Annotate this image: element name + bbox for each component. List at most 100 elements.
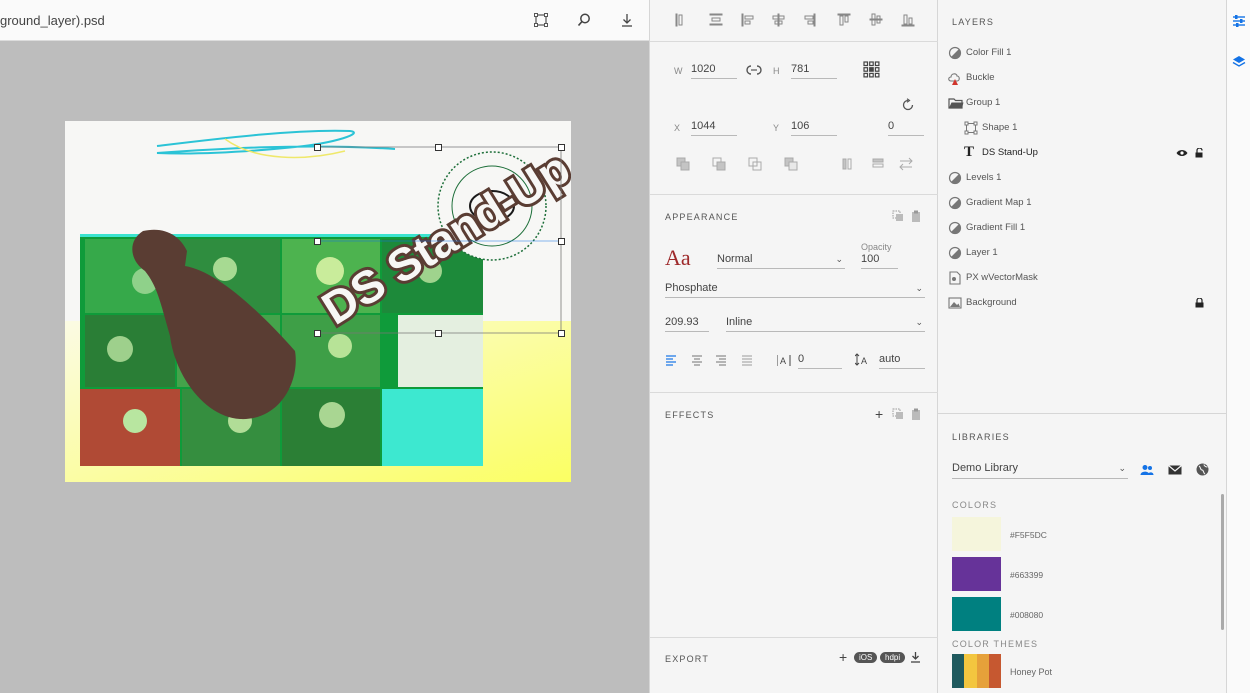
- lock-icon[interactable]: [1195, 298, 1204, 308]
- y-input[interactable]: 106: [791, 120, 837, 136]
- font-style-value: Inline: [726, 316, 753, 328]
- export-download-icon[interactable]: [910, 651, 921, 663]
- opacity-input[interactable]: 100: [861, 253, 898, 269]
- blend-mode-select[interactable]: Normal ⌄: [717, 253, 845, 269]
- path-operations-toolbar: [676, 157, 913, 171]
- layer-row-gradient-map-1[interactable]: Gradient Map 1: [948, 194, 1216, 214]
- document-header: ground_layer).psd: [0, 0, 649, 41]
- collaborators-icon[interactable]: [1140, 464, 1154, 476]
- layer-row-gradient-fill-1[interactable]: Gradient Fill 1: [948, 219, 1216, 239]
- eye-icon[interactable]: [1176, 149, 1188, 157]
- theme-color-strip: [976, 654, 989, 688]
- cloud-alert-icon: [948, 73, 960, 85]
- artboard-canvas[interactable]: DS Stand-Up DS Stand-Up: [65, 121, 571, 482]
- unlock-icon[interactable]: [1195, 148, 1204, 158]
- library-select-value: Demo Library: [952, 462, 1019, 474]
- selection-handle[interactable]: [314, 330, 321, 337]
- tracking-input[interactable]: 0: [798, 353, 842, 369]
- shape-layer-icon: [964, 121, 978, 135]
- effects-title: EFFECTS: [665, 410, 715, 420]
- color-swatch[interactable]: [952, 557, 1001, 591]
- chevron-down-icon: ⌄: [1118, 463, 1126, 473]
- selection-handle[interactable]: [435, 144, 442, 151]
- theme-color-strip: [952, 654, 965, 688]
- selection-handle[interactable]: [435, 330, 442, 337]
- color-themes-title: COLOR THEMES: [952, 639, 1039, 649]
- layer-row-background[interactable]: Background: [948, 294, 1216, 314]
- font-family-select[interactable]: Phosphate ⌄: [665, 282, 925, 298]
- properties-panel: W 1020 H 781 X 1044 Y 106 0 APPEARANCE A…: [649, 0, 938, 693]
- libraries-panel: LIBRARIES Demo Library ⌄ COLORS #F5F5DC …: [938, 413, 1226, 693]
- copy-style-icon[interactable]: [892, 210, 904, 222]
- export-tag-hdpi[interactable]: hdpi: [880, 652, 906, 663]
- layer-row-group-1[interactable]: Group 1: [948, 94, 1216, 114]
- divider: [650, 41, 938, 42]
- selection-handle[interactable]: [314, 144, 321, 151]
- text-layer-icon: T: [964, 144, 975, 160]
- font-style-select[interactable]: Inline ⌄: [726, 316, 925, 332]
- layer-row-levels-1[interactable]: Levels 1: [948, 169, 1216, 189]
- paste-effects-icon[interactable]: [911, 408, 921, 420]
- layer-row-px-wvectormask[interactable]: PX wVectorMask: [948, 269, 1216, 289]
- divider: [650, 392, 938, 393]
- svg-text:A: A: [861, 356, 867, 366]
- divider: [650, 637, 938, 638]
- layer-row-color-fill-1[interactable]: Color Fill 1: [948, 44, 1216, 64]
- height-input[interactable]: 781: [791, 63, 837, 79]
- selection-handle[interactable]: [558, 330, 565, 337]
- selection-handle[interactable]: [314, 238, 321, 245]
- export-tag-ios[interactable]: iOS: [854, 652, 878, 663]
- image-layer-icon: [948, 297, 962, 309]
- export-title: EXPORT: [665, 654, 710, 664]
- paste-style-icon[interactable]: [911, 210, 921, 222]
- layer-name: Buckle: [966, 72, 995, 83]
- libraries-scrollbar[interactable]: [1221, 494, 1224, 630]
- align-toolbar: [674, 12, 924, 28]
- link-proportions-icon[interactable]: [746, 63, 762, 77]
- leading-input[interactable]: auto: [879, 353, 925, 369]
- opacity-label: Opacity: [861, 242, 892, 252]
- panel-switcher-rail: [1226, 0, 1250, 693]
- libraries-title: LIBRARIES: [952, 432, 1010, 442]
- rotation-input[interactable]: 0: [888, 120, 924, 136]
- mail-icon[interactable]: [1168, 465, 1182, 475]
- layer-name: Gradient Map 1: [966, 197, 1032, 208]
- layer-row-shape-1[interactable]: Shape 1: [948, 119, 1216, 139]
- download-icon[interactable]: [619, 12, 635, 28]
- width-input[interactable]: 1020: [691, 63, 737, 79]
- adjustment-icon: [948, 246, 962, 260]
- artboard-icon[interactable]: [533, 12, 549, 28]
- x-label: X: [674, 123, 681, 133]
- color-swatch[interactable]: [952, 597, 1001, 631]
- chevron-down-icon: ⌄: [915, 283, 923, 293]
- add-export-icon[interactable]: +: [839, 649, 847, 665]
- x-input[interactable]: 1044: [691, 120, 737, 136]
- layer-row-layer-1[interactable]: Layer 1: [948, 244, 1216, 264]
- rotate-icon[interactable]: [901, 98, 915, 112]
- properties-panel-icon[interactable]: [1232, 14, 1246, 28]
- document-title: ground_layer).psd: [0, 13, 105, 28]
- search-icon[interactable]: [576, 12, 592, 28]
- appearance-title: APPEARANCE: [665, 212, 739, 222]
- library-select[interactable]: Demo Library ⌄: [952, 462, 1128, 479]
- layers-panel-icon[interactable]: [1232, 55, 1246, 69]
- layers-panel: LAYERS Color Fill 1 Buckle Group 1 Shape…: [938, 0, 1226, 413]
- layer-name: DS Stand-Up: [982, 147, 1038, 158]
- color-theme-swatches[interactable]: [952, 654, 1001, 688]
- font-preview[interactable]: Aa: [665, 245, 691, 271]
- globe-icon[interactable]: [1196, 463, 1209, 476]
- width-label: W: [674, 66, 683, 76]
- layer-row-ds-stand-up[interactable]: T DS Stand-Up: [948, 144, 1216, 164]
- layer-name: Shape 1: [982, 122, 1018, 133]
- font-family-value: Phosphate: [665, 282, 718, 294]
- vector-mask-icon: [949, 271, 961, 285]
- selection-handle[interactable]: [558, 144, 565, 151]
- font-size-input[interactable]: 209.93: [665, 316, 709, 332]
- layer-name: Levels 1: [966, 172, 1002, 183]
- layer-row-buckle[interactable]: Buckle: [948, 69, 1216, 89]
- selection-handle[interactable]: [558, 238, 565, 245]
- copy-effects-icon[interactable]: [892, 408, 904, 420]
- color-swatch[interactable]: [952, 517, 1001, 551]
- grid-reference-icon[interactable]: [863, 61, 880, 78]
- add-effect-icon[interactable]: +: [875, 406, 883, 422]
